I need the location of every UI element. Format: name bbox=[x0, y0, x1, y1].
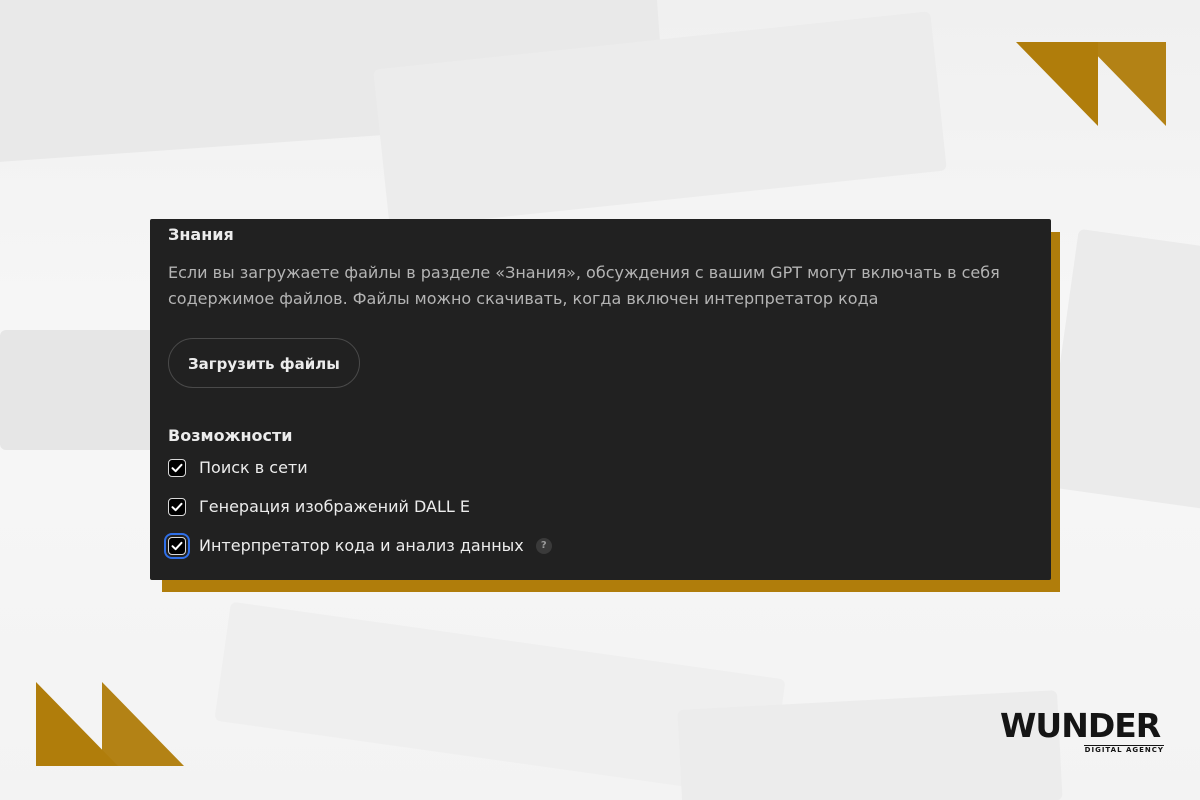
logo-subtitle: DIGITAL AGENCY bbox=[1084, 746, 1164, 754]
dalle-label: Генерация изображений DALL E bbox=[199, 497, 470, 516]
capability-web-search[interactable]: Поиск в сети bbox=[168, 454, 1033, 482]
decorative-triangles-top bbox=[1016, 42, 1166, 126]
dalle-checkbox[interactable] bbox=[168, 498, 186, 516]
web-search-label: Поиск в сети bbox=[199, 458, 308, 477]
capability-dalle[interactable]: Генерация изображений DALL E bbox=[168, 493, 1033, 521]
upload-files-button[interactable]: Загрузить файлы bbox=[168, 338, 360, 388]
capabilities-title: Возможности bbox=[168, 426, 293, 445]
decorative-triangles-bottom bbox=[36, 682, 184, 766]
code-interpreter-label: Интерпретатор кода и анализ данных bbox=[199, 536, 524, 555]
checkmark-icon bbox=[171, 502, 183, 512]
code-interpreter-checkbox[interactable] bbox=[168, 537, 186, 555]
web-search-checkbox[interactable] bbox=[168, 459, 186, 477]
logo-wordmark: WUNDER bbox=[1000, 706, 1161, 745]
wunder-logo: WUNDER DIGITAL AGENCY bbox=[1000, 708, 1166, 754]
checkmark-icon bbox=[171, 463, 183, 473]
gpt-config-panel: Знания Если вы загружаете файлы в раздел… bbox=[150, 219, 1051, 580]
capability-code-interpreter[interactable]: Интерпретатор кода и анализ данных ? bbox=[168, 532, 1033, 560]
help-icon[interactable]: ? bbox=[535, 538, 552, 554]
capabilities-list: Поиск в сети Генерация изображений DALL … bbox=[168, 454, 1033, 560]
knowledge-title: Знания bbox=[168, 225, 234, 244]
checkmark-icon bbox=[171, 541, 183, 551]
knowledge-description: Если вы загружаете файлы в разделе «Знан… bbox=[168, 263, 1000, 308]
